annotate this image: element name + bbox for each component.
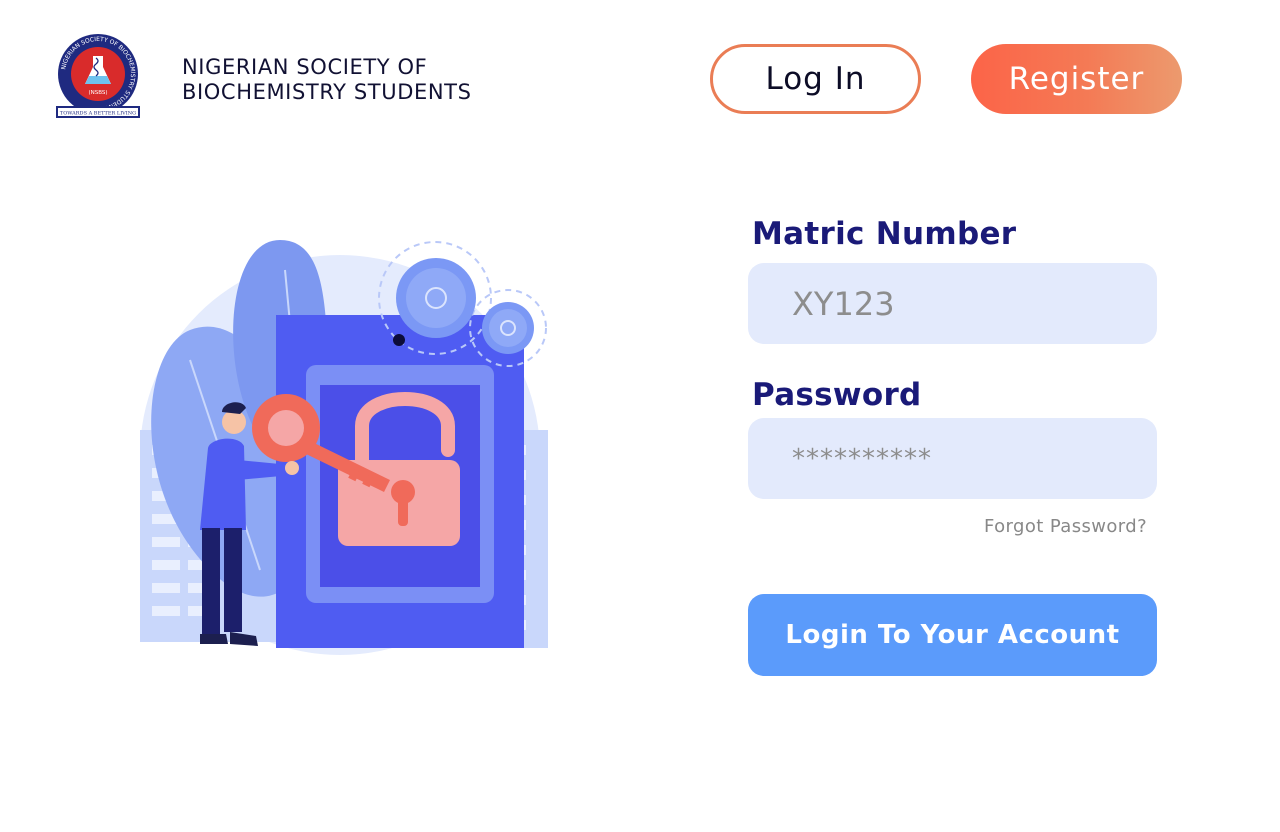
matric-number-label: Matric Number [752, 216, 1017, 252]
password-label: Password [752, 377, 922, 413]
login-nav-button[interactable]: Log In [710, 44, 921, 114]
security-lock-key-illustration [130, 230, 560, 660]
org-name: NIGERIAN SOCIETY OF BIOCHEMISTRY STUDENT… [182, 55, 472, 105]
org-name-line1: NIGERIAN SOCIETY OF [182, 55, 428, 79]
nsbs-logo: NIGERIAN SOCIETY OF BIOCHEMISTRY STUDENT… [54, 34, 142, 122]
forgot-password-link[interactable]: Forgot Password? [984, 516, 1147, 537]
matric-number-input[interactable] [748, 263, 1157, 344]
password-input[interactable] [748, 418, 1157, 499]
login-submit-button[interactable]: Login To Your Account [748, 594, 1157, 676]
register-nav-button[interactable]: Register [971, 44, 1182, 114]
logo-motto: TOWARDS A BETTER LIVING [60, 111, 136, 117]
logo-abbr: (NSBS) [88, 90, 107, 96]
org-name-line2: BIOCHEMISTRY STUDENTS [182, 80, 472, 104]
